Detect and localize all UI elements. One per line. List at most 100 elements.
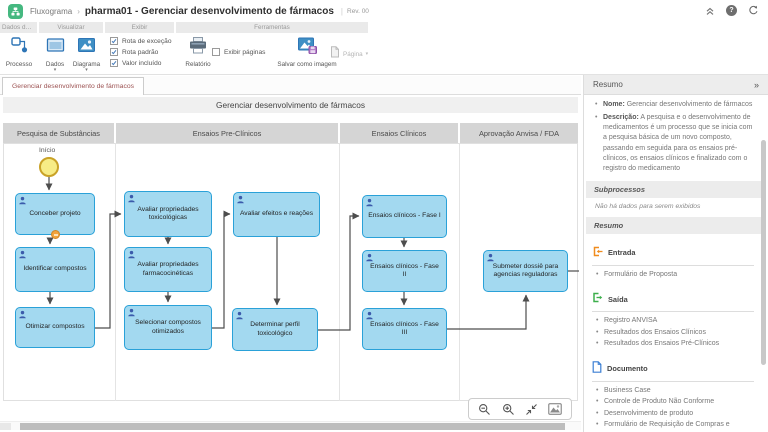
role-person-icon [365, 311, 374, 320]
diagram-canvas: Gerenciar desenvolvimento de fármacos Pe… [0, 95, 581, 432]
list-item: Registro ANVISA [592, 316, 754, 327]
role-person-icon [365, 198, 374, 207]
pagina-button: Página ▾ [330, 45, 368, 63]
diagram-image-icon [77, 36, 96, 60]
help-icon[interactable]: ? [725, 4, 738, 17]
role-person-icon [236, 195, 245, 204]
exibir-paginas-checkbox[interactable]: Exibir páginas [212, 48, 265, 56]
checkbox-box[interactable] [212, 48, 220, 56]
section-heading-sa-da: Saída [592, 290, 754, 312]
task-avaliar-efeitos-reacoes[interactable]: Avaliar efeitos e reações [233, 192, 320, 237]
role-person-icon [18, 310, 27, 319]
role-person-icon [127, 308, 136, 317]
list-item: Business Case [592, 386, 754, 397]
section-items: Formulário de Proposta [592, 270, 754, 281]
data-panel-icon [46, 36, 65, 60]
diagram-title: Gerenciar desenvolvimento de fármacos [3, 97, 578, 113]
role-person-icon [18, 196, 27, 205]
refresh-icon[interactable] [747, 4, 760, 17]
role-person-icon [127, 194, 136, 203]
dados-button[interactable]: Dados ▾ [40, 36, 70, 72]
summary-panel-title: Resumo [593, 80, 623, 89]
task-ensaios-clinicos-fase-1[interactable]: Ensaios clínicos - Fase I [362, 195, 447, 238]
ribbon: Dados do ... Processo Visualizar Dados [0, 22, 768, 75]
task-label: Identificar compostos [23, 265, 86, 273]
task-identificar-compostos[interactable]: Identificar compostos [15, 247, 95, 292]
salvar-como-imagem-button[interactable]: Salvar como imagem [276, 36, 338, 68]
task-label: Conceber projeto [29, 210, 80, 218]
app-header: Fluxograma › pharma01 - Gerenciar desenv… [0, 0, 768, 22]
task-label: Avaliar propriedades farmacocinéticas [130, 261, 206, 277]
processo-button[interactable]: Processo [3, 36, 35, 68]
list-item: Controle de Produto Não Conforme [592, 397, 754, 408]
task-label: Otimizar compostos [25, 323, 84, 331]
list-item: Formulário de Requisição de Compras e Se… [592, 420, 754, 432]
ribbon-group-label: Dados do ... [0, 22, 37, 33]
task-label: Ensaios clínicos - Fase III [368, 321, 441, 337]
resumo-section-header: Resumo [586, 217, 766, 234]
zoom-toolbar [468, 398, 572, 420]
process-properties: Nome: Gerenciar desenvolvimento de fárma… [592, 100, 754, 174]
export-image-button[interactable] [547, 401, 563, 417]
subprocessos-section-header: Subprocessos [586, 181, 766, 198]
chevron-down-icon: ▾ [54, 68, 57, 72]
ribbon-group-label: Visualizar [39, 22, 103, 33]
horizontal-scrollbar-thumb[interactable] [20, 423, 565, 430]
summary-panel: Resumo » Nome: Gerenciar desenvolvimento… [583, 75, 768, 432]
tab-gerenciar-desenvolvimento[interactable]: Gerenciar desenvolvimento de fármacos [2, 77, 144, 95]
message-marker-icon [51, 230, 60, 239]
panel-scrollbar-thumb[interactable] [761, 140, 766, 365]
page-icon [330, 45, 340, 63]
checkbox-rota-de-exce-o[interactable]: Rota de exceção [110, 37, 174, 45]
ribbon-group-label: Exibir [105, 22, 174, 33]
lane-header-4: Aprovação Anvisa / FDA [460, 123, 578, 143]
input-arrow-icon [592, 244, 603, 262]
section-heading-documento: Documento [592, 360, 754, 382]
task-conceber-projeto[interactable]: Conceber projeto [15, 193, 95, 235]
lane-divider [459, 143, 460, 401]
checkbox-rota-padr-o[interactable]: Rota padrão [110, 48, 174, 56]
lane-divider [115, 143, 116, 401]
app-logo-icon [8, 4, 23, 19]
exibir-checkbox-group: Rota de exceção Rota padrão Valor incluído [105, 33, 174, 74]
role-person-icon [486, 253, 495, 262]
zoom-in-button[interactable] [500, 401, 516, 417]
checkbox-label: Rota de exceção [122, 38, 172, 45]
section-title: Saída [608, 295, 628, 304]
salvar-como-imagem-button-label: Salvar como imagem [277, 61, 336, 68]
task-ensaios-clinicos-fase-3[interactable]: Ensaios clínicos - Fase III [362, 308, 447, 350]
task-label: Determinar perfil toxicológico [238, 321, 312, 337]
summary-panel-header: Resumo » [584, 75, 768, 95]
checkbox-box[interactable] [110, 59, 118, 67]
role-person-icon [365, 253, 374, 262]
task-avaliar-propriedades-farmacocineticas[interactable]: Avaliar propriedades farmacocinéticas [124, 247, 212, 292]
task-selecionar-compostos-otimizados[interactable]: Selecionar compostos otimizados [124, 305, 212, 350]
property-nome: Nome: Gerenciar desenvolvimento de fárma… [592, 100, 754, 110]
task-determinar-perfil-toxicologico[interactable]: Determinar perfil toxicológico [232, 308, 318, 351]
panel-collapse-icon[interactable]: » [754, 80, 759, 90]
task-submeter-dossie[interactable]: Submeter dossiê para agencias reguladora… [483, 250, 568, 292]
fit-screen-button[interactable] [524, 401, 540, 417]
role-person-icon [127, 250, 136, 259]
task-avaliar-propriedades-toxicologicas[interactable]: Avaliar propriedades toxicológicas [124, 191, 212, 237]
collapse-ribbon-icon[interactable] [703, 4, 716, 17]
relatorio-button[interactable]: Relatório [180, 36, 216, 68]
diagram-tabbar: Gerenciar desenvolvimento de fármacos [0, 76, 581, 95]
task-ensaios-clinicos-fase-2[interactable]: Ensaios clínicos - Fase II [362, 250, 447, 292]
checkbox-box[interactable] [110, 48, 118, 56]
role-person-icon [235, 311, 244, 320]
checkbox-valor-inclu-do[interactable]: Valor incluído [110, 59, 174, 67]
start-event[interactable] [39, 157, 59, 177]
checkbox-box[interactable] [110, 37, 118, 45]
chevron-down-icon: ▾ [366, 52, 369, 56]
lane-header-3: Ensaios Clínicos [340, 123, 458, 143]
app-window: Fluxograma › pharma01 - Gerenciar desenv… [0, 0, 768, 432]
diagrama-button[interactable]: Diagrama ▾ [71, 36, 102, 72]
breadcrumb[interactable]: Fluxograma [30, 7, 72, 16]
checkbox-label: Exibir páginas [224, 49, 265, 56]
scroll-left-button[interactable] [0, 423, 11, 430]
list-item: Resultados dos Ensaios Pré-Clínicos [592, 339, 754, 350]
task-otimizar-compostos[interactable]: Otimizar compostos [15, 307, 95, 348]
pagina-button-label: Página [343, 51, 363, 58]
zoom-out-button[interactable] [477, 401, 493, 417]
